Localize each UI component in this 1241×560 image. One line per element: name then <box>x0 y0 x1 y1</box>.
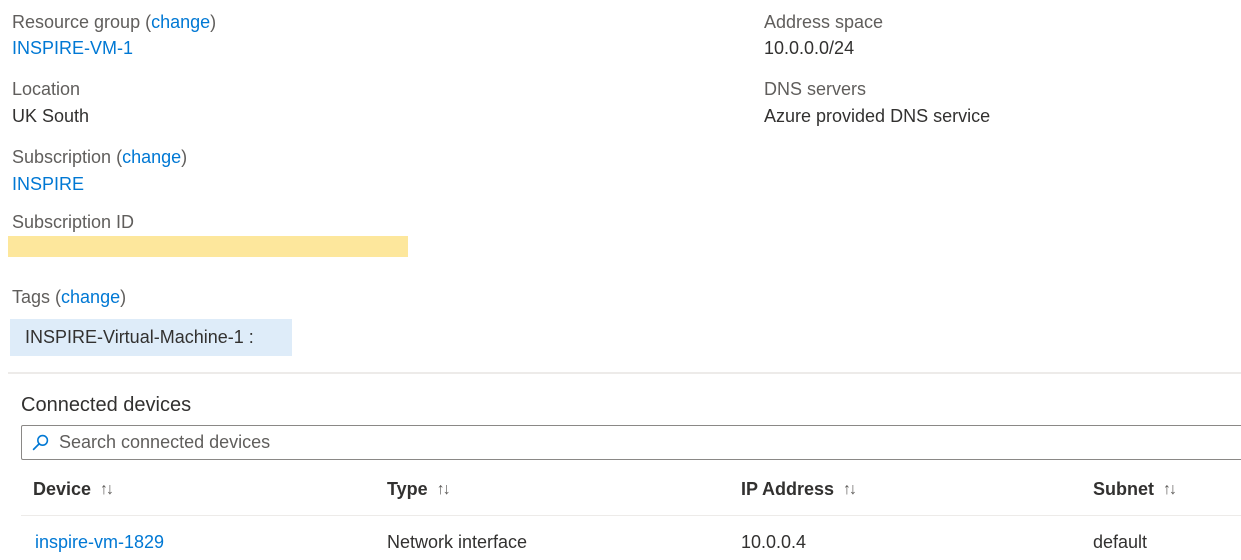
device-name-link[interactable]: inspire-vm-1829 <box>35 532 164 553</box>
column-header-ip-address[interactable]: IP Address ↑↓ <box>741 479 857 500</box>
search-icon <box>32 434 49 451</box>
resource-group-label: Resource group (change) <box>12 12 217 32</box>
search-connected-devices-input[interactable] <box>57 431 1161 454</box>
location-label: Location <box>12 79 81 99</box>
address-space-value: 10.0.0.0/24 <box>764 38 855 58</box>
connected-devices-title: Connected devices <box>21 394 192 416</box>
column-header-type-label: Type <box>387 479 428 499</box>
column-header-device-label: Device <box>33 479 92 499</box>
device-subnet-cell: default <box>1093 532 1148 552</box>
subscription-value-link[interactable]: INSPIRE <box>12 174 84 195</box>
column-header-subnet-label: Subnet <box>1093 479 1154 499</box>
address-space-label: Address space <box>764 12 884 32</box>
search-connected-devices-box[interactable] <box>21 425 1241 460</box>
sort-icon[interactable]: ↑↓ <box>437 481 451 499</box>
subscription-id-label: Subscription ID <box>12 212 135 232</box>
subscription-label-text: Subscription <box>12 147 112 167</box>
dns-servers-label: DNS servers <box>764 79 867 99</box>
tags-label: Tags (change) <box>12 287 127 307</box>
tags-label-text: Tags <box>12 287 51 307</box>
resource-group-change-link[interactable]: change <box>151 12 210 32</box>
location-value: UK South <box>12 106 90 126</box>
sort-icon[interactable]: ↑↓ <box>1163 481 1177 499</box>
dns-servers-value: Azure provided DNS service <box>764 106 991 126</box>
tags-change-link[interactable]: change <box>61 287 120 307</box>
table-header-divider <box>21 515 1241 516</box>
column-header-subnet[interactable]: Subnet ↑↓ <box>1093 479 1177 500</box>
resource-group-value-link[interactable]: INSPIRE-VM-1 <box>12 38 133 59</box>
tag-pill-label: INSPIRE-Virtual-Machine-1 : <box>25 327 254 347</box>
resource-group-label-text: Resource group <box>12 12 141 32</box>
column-header-type[interactable]: Type ↑↓ <box>387 479 451 500</box>
subscription-id-redacted-value <box>8 236 408 257</box>
sort-icon[interactable]: ↑↓ <box>843 481 857 499</box>
device-ip-cell: 10.0.0.4 <box>741 532 807 552</box>
sort-icon[interactable]: ↑↓ <box>100 481 114 499</box>
subscription-change-link[interactable]: change <box>122 147 181 167</box>
device-type-cell: Network interface <box>387 532 528 552</box>
column-header-ip-address-label: IP Address <box>741 479 835 499</box>
subscription-label: Subscription (change) <box>12 147 188 167</box>
column-header-device[interactable]: Device ↑↓ <box>33 479 114 500</box>
section-divider <box>8 372 1241 374</box>
